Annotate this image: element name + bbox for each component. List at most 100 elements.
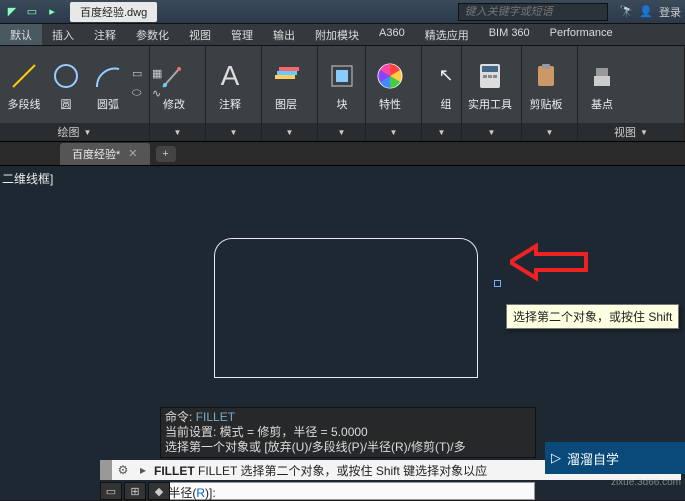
circle-label: 圆 <box>61 96 72 112</box>
base-tool[interactable]: 基点 <box>584 58 620 112</box>
panel-utilities: 实用工具 ▼ <box>462 46 522 141</box>
file-tab-active[interactable]: 百度经验* ✕ <box>60 143 150 165</box>
binoculars-icon[interactable]: 🔭 <box>620 5 634 18</box>
annot-label: 注释 <box>219 96 241 112</box>
panel-layers: 图层 ▼ <box>262 46 318 141</box>
panel-modify: 修改 ▼ <box>150 46 206 141</box>
viewstyle-badge[interactable]: 二维线框] <box>2 170 53 187</box>
line-tool[interactable]: 多段线 <box>6 58 42 112</box>
commandline-drag-handle[interactable] <box>100 460 112 480</box>
app-icon[interactable]: ◤ <box>4 4 20 20</box>
circle-icon <box>48 58 84 94</box>
panel-properties: 特性 ▼ <box>366 46 422 141</box>
status-icons: ▭ ⊞ ◆ <box>100 482 170 500</box>
model-button[interactable]: ▭ <box>100 482 122 500</box>
chevron-down-icon[interactable]: ▼ <box>390 128 398 137</box>
modify-icon <box>156 58 192 94</box>
red-arrow-annotation <box>510 242 590 282</box>
selection-grip[interactable] <box>494 280 501 287</box>
watermark-badge: ▷ 溜溜自学 zixue.3d66.com <box>545 442 685 474</box>
colorwheel-icon <box>372 58 408 94</box>
group-label: 组 <box>441 96 452 112</box>
base-label: 基点 <box>591 96 613 112</box>
panel-draw: 多段线 圆 圆弧 ▭ ▦ ⬭ ∿ 绘图▼ <box>0 46 150 141</box>
tab-annotate[interactable]: 注释 <box>84 24 126 45</box>
arc-label: 圆弧 <box>97 96 119 112</box>
tab-addins[interactable]: 附加模块 <box>305 24 369 45</box>
clip-tool[interactable]: 剪贴板 <box>528 58 564 112</box>
tab-bim360[interactable]: BIM 360 <box>479 24 540 45</box>
command-tooltip: 选择第二个对象，或按住 Shift <box>506 304 679 329</box>
circle-tool[interactable]: 圆 <box>48 58 84 112</box>
arc-tool[interactable]: 圆弧 <box>90 58 126 112</box>
keyword-search-input[interactable] <box>458 3 608 21</box>
view-title: 视图 <box>614 124 636 140</box>
tab-default[interactable]: 默认 <box>0 24 42 45</box>
ellipse-icon[interactable]: ⬭ <box>132 87 148 103</box>
open-icon[interactable]: ▸ <box>44 4 60 20</box>
add-tab-button[interactable]: + <box>156 146 176 162</box>
panel-group: ↖组 ▼ <box>422 46 462 141</box>
title-bar: ◤ ▭ ▸ 百度经验.dwg 🔭 👤 登录 <box>0 0 685 24</box>
polyline-label: 多段线 <box>8 96 41 112</box>
block-tool[interactable]: 块 <box>324 58 360 112</box>
new-icon[interactable]: ▭ <box>24 4 40 20</box>
modify-tool[interactable]: 修改 <box>156 58 192 112</box>
chevron-down-icon[interactable]: ▼ <box>286 128 294 137</box>
base-icon <box>584 58 620 94</box>
tab-insert[interactable]: 插入 <box>42 24 84 45</box>
util-label: 实用工具 <box>468 96 512 112</box>
chevron-down-icon[interactable]: ▼ <box>230 128 238 137</box>
layers-label: 图层 <box>275 96 297 112</box>
tab-view[interactable]: 视图 <box>179 24 221 45</box>
file-tab-name: 百度经验* <box>72 146 120 162</box>
grid-toggle[interactable]: ⊞ <box>124 482 146 500</box>
util-tool[interactable]: 实用工具 <box>468 58 512 112</box>
panel-clipboard: 剪贴板 ▼ <box>522 46 578 141</box>
chevron-right-icon[interactable]: ▸ <box>134 463 152 477</box>
gear-icon[interactable]: ⚙ <box>112 463 134 477</box>
ribbon-tabs: 默认 插入 注释 参数化 视图 管理 输出 附加模块 A360 精选应用 BIM… <box>0 24 685 46</box>
login-link[interactable]: 登录 <box>659 4 681 20</box>
command-history: 命令: FILLET 当前设置: 模式 = 修剪，半径 = 5.0000 选择第… <box>160 407 536 458</box>
rounded-rectangle-shape[interactable] <box>214 238 478 378</box>
file-tabs: 百度经验* ✕ + <box>0 142 685 166</box>
props-tool[interactable]: 特性 <box>372 58 408 112</box>
tab-a360[interactable]: A360 <box>369 24 415 45</box>
tab-manage[interactable]: 管理 <box>221 24 263 45</box>
calculator-icon <box>472 58 508 94</box>
group-tool[interactable]: ↖组 <box>428 58 464 112</box>
watermark-url: zixue.3d66.com <box>611 477 681 488</box>
tab-performance[interactable]: Performance <box>540 24 623 45</box>
panel-base: 基点 视图 ▼ <box>578 46 685 141</box>
chevron-down-icon[interactable]: ▼ <box>84 128 92 137</box>
clipboard-icon <box>528 58 564 94</box>
block-label: 块 <box>337 96 348 112</box>
chevron-down-icon[interactable]: ▼ <box>338 128 346 137</box>
snap-toggle[interactable]: ◆ <box>148 482 170 500</box>
block-icon <box>324 58 360 94</box>
tab-parametric[interactable]: 参数化 <box>126 24 179 45</box>
command-input[interactable]: [半径(R)]: <box>160 482 535 500</box>
arc-icon <box>90 58 126 94</box>
tab-featured[interactable]: 精选应用 <box>415 24 479 45</box>
tab-output[interactable]: 输出 <box>263 24 305 45</box>
chevron-down-icon[interactable]: ▼ <box>174 128 182 137</box>
line-icon <box>6 58 42 94</box>
layers-icon <box>268 58 304 94</box>
panel-block: 块 ▼ <box>318 46 366 141</box>
chevron-down-icon[interactable]: ▼ <box>546 128 554 137</box>
text-tool[interactable]: A注释 <box>212 58 248 112</box>
user-icon[interactable]: 👤 <box>639 5 653 18</box>
props-label: 特性 <box>379 96 401 112</box>
layers-tool[interactable]: 图层 <box>268 58 304 112</box>
panel-annotation: A注释 ▼ <box>206 46 262 141</box>
close-tab-icon[interactable]: ✕ <box>128 147 137 160</box>
ribbon: 多段线 圆 圆弧 ▭ ▦ ⬭ ∿ 绘图▼ 修改 ▼ A注释 ▼ 图层 ▼ 块 ▼… <box>0 46 685 142</box>
chevron-down-icon[interactable]: ▼ <box>488 128 496 137</box>
chevron-down-icon[interactable]: ▼ <box>640 128 648 137</box>
panel-draw-title: 绘图 <box>58 124 80 140</box>
chevron-down-icon[interactable]: ▼ <box>438 128 446 137</box>
commandline-text: FILLET 选择第二个对象，或按住 Shift 键选择对象以应 <box>198 464 487 478</box>
rect-icon[interactable]: ▭ <box>132 67 148 83</box>
